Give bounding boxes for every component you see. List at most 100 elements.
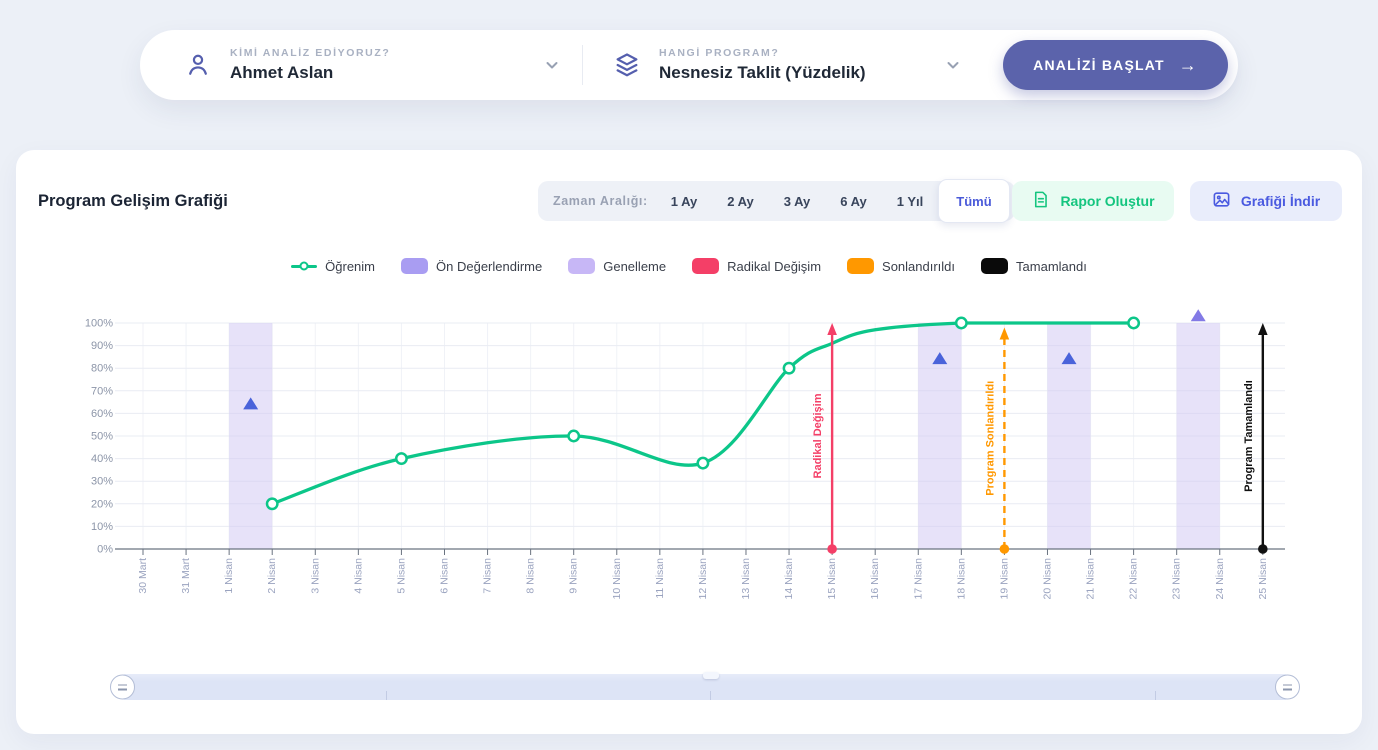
layers-icon xyxy=(613,51,641,79)
learning-data-point[interactable] xyxy=(956,318,966,328)
time-range-option-1-ay[interactable]: 1 Ay xyxy=(656,181,713,221)
program-selector[interactable]: HANGİ PROGRAM? Nesnesiz Taklit (Yüzdelik… xyxy=(583,30,983,100)
annotation-arrowhead-icon xyxy=(1000,328,1010,340)
legend-item-label: Ön Değerlendirme xyxy=(436,259,542,274)
y-axis-label: 90% xyxy=(91,340,113,352)
legend-item[interactable]: Radikal Değişim xyxy=(692,258,821,274)
report-document-icon xyxy=(1031,190,1050,212)
chevron-down-icon[interactable] xyxy=(544,57,560,73)
learning-data-point[interactable] xyxy=(698,458,708,468)
y-axis-label: 20% xyxy=(91,498,113,510)
y-axis-label: 80% xyxy=(91,363,113,375)
annotation-label: Program Tamamlandı xyxy=(1243,380,1255,492)
legend-item-label: Tamamlandı xyxy=(1016,259,1087,274)
time-range-option-tümü[interactable]: Tümü xyxy=(938,179,1009,223)
chart-title: Program Gelişim Grafiği xyxy=(38,192,228,211)
scrollbar-tick xyxy=(710,691,711,700)
growth-chart-card: Program Gelişim Grafiği Zaman Aralığı: 1… xyxy=(16,150,1362,734)
x-axis-label: 7 Nisan xyxy=(482,558,494,594)
y-axis-label: 70% xyxy=(91,385,113,397)
time-range-option-1-yıl[interactable]: 1 Yıl xyxy=(882,181,939,221)
legend-item-label: Genelleme xyxy=(603,259,666,274)
scrollbar-right-handle[interactable] xyxy=(1275,675,1300,700)
start-analysis-label: ANALİZİ BAŞLAT xyxy=(1033,57,1165,73)
legend-swatch-icon xyxy=(401,258,428,274)
chevron-down-icon[interactable] xyxy=(945,57,961,73)
program-selector-value: Nesnesiz Taklit (Yüzdelik) xyxy=(659,63,866,83)
x-axis-label: 1 Nisan xyxy=(223,558,235,594)
learning-data-point[interactable] xyxy=(396,453,406,463)
student-selector[interactable]: KİMİ ANALİZ EDİYORUZ? Ahmet Aslan xyxy=(184,30,582,100)
growth-chart-svg: 0% 10% 20% 30% 40% 50% 60% 70% 80% 90% 100% 30 Mart… xyxy=(16,300,1362,610)
legend-item-label: Öğrenim xyxy=(325,259,375,274)
x-axis-label: 21 Nisan xyxy=(1085,558,1097,600)
time-range-option-6-ay[interactable]: 6 Ay xyxy=(825,181,882,221)
x-axis-label: 18 Nisan xyxy=(955,558,967,600)
image-icon xyxy=(1212,190,1231,212)
x-axis-label: 22 Nisan xyxy=(1128,558,1140,600)
x-axis-label: 12 Nisan xyxy=(697,558,709,600)
x-axis-label: 5 Nisan xyxy=(395,558,407,594)
download-chart-button[interactable]: Grafiği İndir xyxy=(1190,181,1342,221)
scrollbar-tick xyxy=(1155,691,1156,700)
y-axis-label: 0% xyxy=(97,544,113,556)
legend-item[interactable]: Sonlandırıldı xyxy=(847,258,955,274)
annotation-axis-dot xyxy=(827,544,837,554)
chart-zoom-scrollbar[interactable] xyxy=(122,674,1288,700)
create-report-button[interactable]: Rapor Oluştur xyxy=(1012,181,1174,221)
y-axis-label: 10% xyxy=(91,521,113,533)
arrow-right-icon: → xyxy=(1179,55,1198,76)
x-axis-label: 8 Nisan xyxy=(525,558,537,594)
learning-data-point[interactable] xyxy=(1128,318,1138,328)
annotation-label: Radikal Değişim xyxy=(812,393,824,478)
x-axis-label: 30 Mart xyxy=(137,558,149,594)
learning-data-point[interactable] xyxy=(569,431,579,441)
chart-legend: Öğrenim Ön Değerlendirme Genelleme Radikal … xyxy=(16,258,1362,274)
start-analysis-button[interactable]: ANALİZİ BAŞLAT → xyxy=(1003,40,1228,90)
annotation-label: Program Sonlandırıldı xyxy=(984,381,996,496)
student-selector-value: Ahmet Aslan xyxy=(230,63,390,83)
x-axis-label: 31 Mart xyxy=(180,558,192,594)
scrollbar-tick xyxy=(386,691,387,700)
highlight-band xyxy=(229,323,272,549)
time-range-option-3-ay[interactable]: 3 Ay xyxy=(769,181,826,221)
x-axis-label: 13 Nisan xyxy=(740,558,752,600)
legend-item[interactable]: Ön Değerlendirme xyxy=(401,258,542,274)
legend-swatch-icon xyxy=(981,258,1008,274)
x-axis-label: 17 Nisan xyxy=(912,558,924,600)
y-axis-label: 100% xyxy=(85,318,113,330)
scrollbar-notch xyxy=(703,672,719,679)
time-range-group: Zaman Aralığı: 1 Ay2 Ay3 Ay6 Ay1 YılTümü xyxy=(538,181,1015,221)
x-axis-label: 6 Nisan xyxy=(438,558,450,594)
annotation-axis-dot xyxy=(1000,544,1010,554)
program-selector-label: HANGİ PROGRAM? xyxy=(659,47,866,59)
download-chart-label: Grafiği İndir xyxy=(1241,193,1320,209)
legend-item-label: Radikal Değişim xyxy=(727,259,821,274)
legend-item[interactable]: Tamamlandı xyxy=(981,258,1087,274)
scrollbar-left-handle[interactable] xyxy=(110,675,135,700)
learning-data-point[interactable] xyxy=(784,363,794,373)
annotation-axis-dot xyxy=(1258,544,1268,554)
legend-item[interactable]: Öğrenim xyxy=(291,259,375,274)
learning-data-point[interactable] xyxy=(267,499,277,509)
x-axis-label: 23 Nisan xyxy=(1171,558,1183,600)
x-axis-label: 20 Nisan xyxy=(1041,558,1053,600)
legend-item[interactable]: Genelleme xyxy=(568,258,666,274)
time-range-option-2-ay[interactable]: 2 Ay xyxy=(712,181,769,221)
x-axis-label: 19 Nisan xyxy=(998,558,1010,600)
y-axis-label: 50% xyxy=(91,431,113,443)
x-axis-label: 10 Nisan xyxy=(611,558,623,600)
y-axis-label: 30% xyxy=(91,476,113,488)
x-axis-label: 4 Nisan xyxy=(352,558,364,594)
create-report-label: Rapor Oluştur xyxy=(1060,193,1154,209)
person-icon xyxy=(184,51,212,79)
y-axis-label: 60% xyxy=(91,408,113,420)
x-axis-label: 9 Nisan xyxy=(568,558,580,594)
y-axis-label: 40% xyxy=(91,453,113,465)
legend-item-label: Sonlandırıldı xyxy=(882,259,955,274)
legend-swatch-icon xyxy=(568,258,595,274)
evaluation-triangle-marker[interactable] xyxy=(1191,309,1206,321)
x-axis-label: 2 Nisan xyxy=(266,558,278,594)
x-axis-label: 14 Nisan xyxy=(783,558,795,600)
student-selector-label: KİMİ ANALİZ EDİYORUZ? xyxy=(230,47,390,59)
